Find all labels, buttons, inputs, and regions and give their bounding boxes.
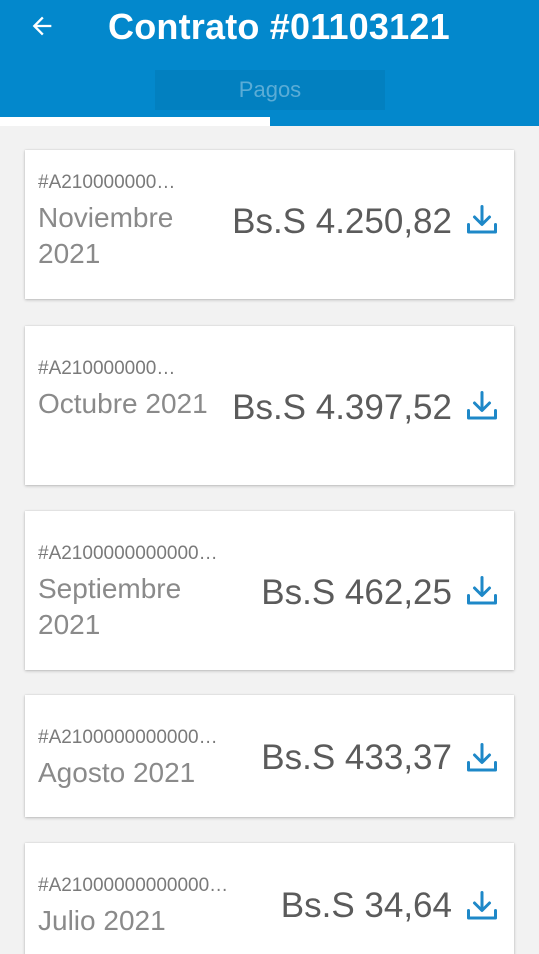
invoice-id: #A210000000… — [38, 358, 176, 379]
list-item[interactable]: #A210000000… Octubre 2021 Bs.S 4.397,52 — [25, 326, 514, 485]
amount: Bs.S 4.250,82 — [232, 202, 452, 241]
period-label: Octubre 2021 — [38, 388, 208, 419]
amount: Bs.S 34,64 — [280, 886, 452, 925]
list-item[interactable]: #A21000000000000… Julio 2021 Bs.S 34,64 — [25, 843, 514, 954]
tab-bar: Pagos — [0, 62, 539, 126]
download-icon[interactable] — [464, 202, 500, 238]
list-item[interactable]: #A2100000000000… Agosto 2021 Bs.S 433,37 — [25, 695, 514, 817]
invoice-id: #A210000000… — [38, 172, 176, 193]
list-item[interactable]: #A210000000… Noviembre 2021 Bs.S 4.250,8… — [25, 150, 514, 299]
payments-list: #A210000000… Noviembre 2021 Bs.S 4.250,8… — [0, 126, 539, 954]
amount: Bs.S 4.397,52 — [232, 388, 452, 427]
download-icon[interactable] — [464, 573, 500, 609]
tab-pagos[interactable]: Pagos — [155, 70, 385, 110]
period-label: Agosto 2021 — [38, 757, 196, 788]
download-icon[interactable] — [464, 388, 500, 424]
page-title: Contrato #01103121 — [108, 6, 450, 47]
arrow-left-icon — [32, 16, 52, 36]
back-button[interactable] — [24, 6, 60, 46]
period-label: Noviembre 2021 — [38, 202, 174, 269]
list-item[interactable]: #A2100000000000… Septiembre 2021 Bs.S 46… — [25, 511, 514, 670]
invoice-id: #A21000000000000… — [38, 875, 229, 896]
download-icon[interactable] — [464, 888, 500, 924]
invoice-id: #A2100000000000… — [38, 727, 218, 748]
invoice-id: #A2100000000000… — [38, 543, 218, 564]
amount: Bs.S 462,25 — [261, 573, 452, 612]
period-label: Septiembre 2021 — [38, 573, 182, 640]
tab-indicator — [0, 117, 270, 126]
amount: Bs.S 433,37 — [261, 738, 452, 777]
download-icon[interactable] — [464, 740, 500, 776]
period-label: Julio 2021 — [38, 905, 166, 936]
app-bar: Contrato #01103121 Pagos — [0, 0, 539, 126]
